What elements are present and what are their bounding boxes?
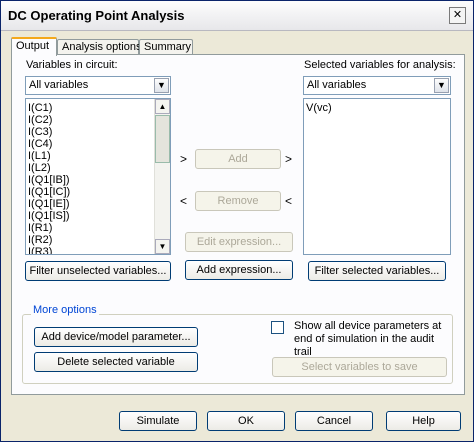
delete-selected-variable-button[interactable]: Delete selected variable [34,352,198,372]
dc-operating-point-dialog: DC Operating Point Analysis ✕ Output Ana… [0,0,474,442]
list-item[interactable]: I(Q1[IB]) [28,174,70,186]
left-filter-combo[interactable]: All variables ▼ [25,76,171,95]
tab-analysis-options[interactable]: Analysis options [57,39,142,55]
arrow-left-icon: < [285,194,293,208]
list-item[interactable]: I(C4) [28,138,52,150]
arrow-left-icon: < [180,194,188,208]
tab-output[interactable]: Output [11,37,57,56]
list-item[interactable]: V(vc) [306,102,332,114]
selected-variables-label: Selected variables for analysis: [304,59,456,71]
filter-selected-button[interactable]: Filter selected variables... [308,261,446,281]
arrow-right-icon: > [285,152,293,166]
left-list-scrollbar[interactable]: ▲ ▼ [154,99,170,254]
filter-unselected-button[interactable]: Filter unselected variables... [25,261,171,281]
left-filter-value: All variables [29,79,89,91]
edit-expression-button[interactable]: Edit expression... [185,232,293,252]
add-device-model-parameter-button[interactable]: Add device/model parameter... [34,327,198,347]
close-icon[interactable]: ✕ [449,7,466,24]
right-filter-value: All variables [307,79,367,91]
list-item[interactable]: I(R1) [28,222,52,234]
show-all-params-label: Show all device parameters at end of sim… [294,320,442,358]
cancel-button[interactable]: Cancel [295,411,373,431]
simulate-button[interactable]: Simulate [119,411,197,431]
variables-in-circuit-list[interactable]: I(C1) I(C2) I(C3) I(C4) I(L1) I(L2) I(Q1… [25,98,171,255]
list-item[interactable]: I(Q1[IE]) [28,198,70,210]
list-item[interactable]: I(Q1[IC]) [28,186,70,198]
selected-variables-list[interactable]: V(vc) [303,98,451,255]
list-item[interactable]: I(C1) [28,102,52,114]
list-item[interactable]: I(Q1[IS]) [28,210,70,222]
list-item[interactable]: I(L1) [28,150,51,162]
show-all-params-checkbox[interactable] [271,321,284,334]
scroll-up-icon[interactable]: ▲ [155,99,170,114]
list-item[interactable]: I(R3) [28,246,52,254]
right-filter-combo[interactable]: All variables ▼ [303,76,451,95]
add-button[interactable]: Add [195,149,281,169]
list-item[interactable]: I(C2) [28,114,52,126]
add-expression-button[interactable]: Add expression... [185,260,293,280]
tab-summary[interactable]: Summary [139,39,193,55]
help-button[interactable]: Help [386,411,461,431]
variables-in-circuit-label: Variables in circuit: [26,59,118,71]
chevron-down-icon[interactable]: ▼ [154,78,169,93]
ok-button[interactable]: OK [207,411,285,431]
list-item[interactable]: I(R2) [28,234,52,246]
scroll-down-icon[interactable]: ▼ [155,239,170,254]
select-variables-to-save-button[interactable]: Select variables to save [272,357,447,377]
window-title: DC Operating Point Analysis [8,8,185,23]
list-item[interactable]: I(L2) [28,162,51,174]
more-options-title: More options [31,304,99,316]
list-item[interactable]: I(C3) [28,126,52,138]
scroll-thumb[interactable] [155,115,170,163]
remove-button[interactable]: Remove [195,191,281,211]
title-bar[interactable]: DC Operating Point Analysis ✕ [1,1,473,31]
chevron-down-icon[interactable]: ▼ [434,78,449,93]
arrow-right-icon: > [180,152,188,166]
